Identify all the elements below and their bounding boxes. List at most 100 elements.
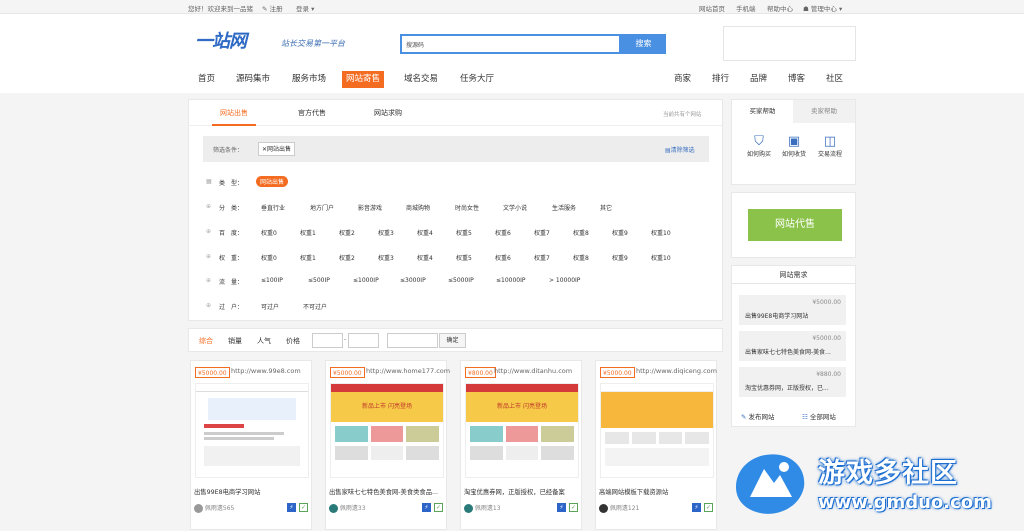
site-url[interactable]: http://www.99e8.com xyxy=(231,367,301,375)
tab-site-buy[interactable]: 网站求购 xyxy=(366,100,410,126)
site-thumbnail[interactable]: 新品上市 闪亮登场 xyxy=(465,383,579,478)
all-sites-link[interactable]: ☷ 全部网站 xyxy=(802,411,836,421)
product-card[interactable]: ¥800.00 http://www.ditanhu.com 新品上市 闪亮登场… xyxy=(460,360,582,530)
filter-option[interactable]: 权重1 xyxy=(300,228,316,237)
site-logo[interactable]: 一站网 xyxy=(195,27,247,53)
sort-price[interactable]: 价格 xyxy=(286,336,300,346)
filter-option[interactable]: 权重4 xyxy=(417,253,433,262)
filter-option[interactable]: 权重6 xyxy=(495,253,511,262)
product-card[interactable]: ¥5000.00 http://www.99e8.com 出售99E8电商学习网… xyxy=(190,360,312,530)
help-trade-process[interactable]: ◫ 交易流程 xyxy=(812,134,848,158)
nav-task-hall[interactable]: 任务大厅 xyxy=(460,71,494,88)
price-min-input[interactable] xyxy=(312,333,343,348)
clear-filter-link[interactable]: ▤清除筛选 xyxy=(665,145,695,154)
filter-option[interactable]: 权重8 xyxy=(573,253,589,262)
seller-name[interactable]: 佩雨遗121 xyxy=(610,505,639,512)
filter-option[interactable]: 权重2 xyxy=(339,228,355,237)
top-link-home[interactable]: 网站首页 xyxy=(699,3,725,13)
site-url[interactable]: http://www.diqiceng.com xyxy=(636,367,717,375)
filter-option[interactable]: 权重7 xyxy=(534,228,550,237)
sort-sales[interactable]: 销量 xyxy=(228,336,242,346)
filter-option[interactable]: 权重2 xyxy=(339,253,355,262)
filter-option[interactable]: 权重8 xyxy=(573,228,589,237)
filter-option[interactable]: ≤100IP xyxy=(261,277,283,284)
card-title[interactable]: 高端网站模板下载资源站 xyxy=(599,487,715,496)
filter-option[interactable]: 不可过户 xyxy=(303,302,327,311)
filter-option[interactable]: 权重5 xyxy=(456,228,472,237)
price-max-input[interactable] xyxy=(348,333,379,348)
nav-community[interactable]: 社区 xyxy=(826,71,843,88)
nav-domain-trade[interactable]: 域名交易 xyxy=(404,71,438,88)
login-link[interactable]: 登录 ▾ xyxy=(296,3,314,13)
filter-option[interactable]: 影音游戏 xyxy=(358,203,382,212)
price-extra-input[interactable] xyxy=(387,333,438,348)
filter-option[interactable]: ≤5000IP xyxy=(448,277,474,284)
filter-option[interactable]: 权重4 xyxy=(417,228,433,237)
filter-option[interactable]: 权重0 xyxy=(261,253,277,262)
tab-buyer-help[interactable]: 买家帮助 xyxy=(732,100,793,123)
filter-option[interactable]: > 10000IP xyxy=(549,277,580,284)
card-title[interactable]: 淘宝优惠券网，正版授权，已经备案 xyxy=(464,487,580,496)
demand-item[interactable]: ¥880.00 淘宝优惠券网，正版授权，已... xyxy=(739,367,846,397)
site-consign-button[interactable]: 网站代售 xyxy=(748,209,842,241)
search-input[interactable]: 搜源码 xyxy=(406,40,424,49)
site-thumbnail[interactable] xyxy=(195,383,309,478)
product-card[interactable]: ¥5000.00 http://www.diqiceng.com 高端网站模板下… xyxy=(595,360,717,530)
tab-seller-help[interactable]: 卖家帮助 xyxy=(793,100,855,123)
filter-option[interactable]: 文学小说 xyxy=(503,203,527,212)
sort-default[interactable]: 综合 xyxy=(199,336,213,346)
filter-option-active[interactable]: 网站出售 xyxy=(256,176,289,187)
filter-option[interactable]: 权重9 xyxy=(612,228,628,237)
filter-option[interactable]: 其它 xyxy=(600,203,612,212)
filter-option[interactable]: 商城购物 xyxy=(406,203,430,212)
filter-option[interactable]: 权重6 xyxy=(495,228,511,237)
filter-option[interactable]: 权重9 xyxy=(612,253,628,262)
sort-popularity[interactable]: 人气 xyxy=(257,336,271,346)
filter-option[interactable]: 权重1 xyxy=(300,253,316,262)
help-how-to-buy[interactable]: ⛉ 如何购买 xyxy=(741,134,777,158)
seller-name[interactable]: 佩雨遗565 xyxy=(205,505,234,512)
demand-item[interactable]: ¥5000.00 出售99E8电商学习网站 xyxy=(739,295,846,325)
product-card[interactable]: ¥5000.00 http://www.home177.com 新品上市 闪亮登… xyxy=(325,360,450,530)
top-link-help[interactable]: 帮助中心 xyxy=(767,3,793,13)
register-link[interactable]: ✎ 注册 xyxy=(262,3,283,13)
nav-site-consign[interactable]: 网站寄售 xyxy=(342,71,385,88)
filter-option[interactable]: 权重10 xyxy=(651,253,671,262)
tab-site-sale[interactable]: 网站出售 xyxy=(212,100,256,126)
publish-site-link[interactable]: ✎ 发布网站 xyxy=(741,411,775,421)
seller-name[interactable]: 佩雨遗13 xyxy=(475,505,501,512)
filter-option[interactable]: 权重7 xyxy=(534,253,550,262)
site-thumbnail[interactable]: 新品上市 闪亮登场 xyxy=(330,383,444,478)
filter-chip[interactable]: ✕网站出售 xyxy=(258,142,296,156)
confirm-button[interactable]: 确定 xyxy=(439,333,466,348)
filter-option[interactable]: 时尚女性 xyxy=(455,203,479,212)
tab-official-consign[interactable]: 官方代售 xyxy=(290,100,334,126)
filter-option[interactable]: ≤1000IP xyxy=(353,277,379,284)
site-url[interactable]: http://www.ditanhu.com xyxy=(494,367,572,375)
site-thumbnail[interactable] xyxy=(600,383,714,478)
demand-item[interactable]: ¥5000.00 出售家味七七特色美食网-美食... xyxy=(739,331,846,361)
filter-option[interactable]: 权重3 xyxy=(378,228,394,237)
filter-option[interactable]: 可过户 xyxy=(261,302,279,311)
nav-brand[interactable]: 品牌 xyxy=(750,71,767,88)
filter-option[interactable]: 权重10 xyxy=(651,228,671,237)
nav-home[interactable]: 首页 xyxy=(198,71,215,88)
top-link-mobile[interactable]: 手机端 xyxy=(736,3,756,13)
card-title[interactable]: 出售家味七七特色美食网-美食类食品... xyxy=(329,487,445,496)
site-url[interactable]: http://www.home177.com xyxy=(366,367,450,375)
card-title[interactable]: 出售99E8电商学习网站 xyxy=(194,487,310,496)
filter-option[interactable]: ≤500IP xyxy=(308,277,330,284)
filter-option[interactable]: 垂直行业 xyxy=(261,203,285,212)
filter-option[interactable]: 地方门户 xyxy=(310,203,334,212)
filter-option[interactable]: 生活服务 xyxy=(552,203,576,212)
filter-option[interactable]: 权重5 xyxy=(456,253,472,262)
nav-blog[interactable]: 博客 xyxy=(788,71,805,88)
nav-ranking[interactable]: 排行 xyxy=(712,71,729,88)
filter-option[interactable]: ≤10000IP xyxy=(496,277,526,284)
filter-option[interactable]: 权重0 xyxy=(261,228,277,237)
filter-option[interactable]: ≤3000IP xyxy=(400,277,426,284)
nav-merchant[interactable]: 商家 xyxy=(674,71,691,88)
nav-service-market[interactable]: 服务市场 xyxy=(292,71,326,88)
filter-option[interactable]: 权重3 xyxy=(378,253,394,262)
nav-source-market[interactable]: 源码集市 xyxy=(236,71,270,88)
